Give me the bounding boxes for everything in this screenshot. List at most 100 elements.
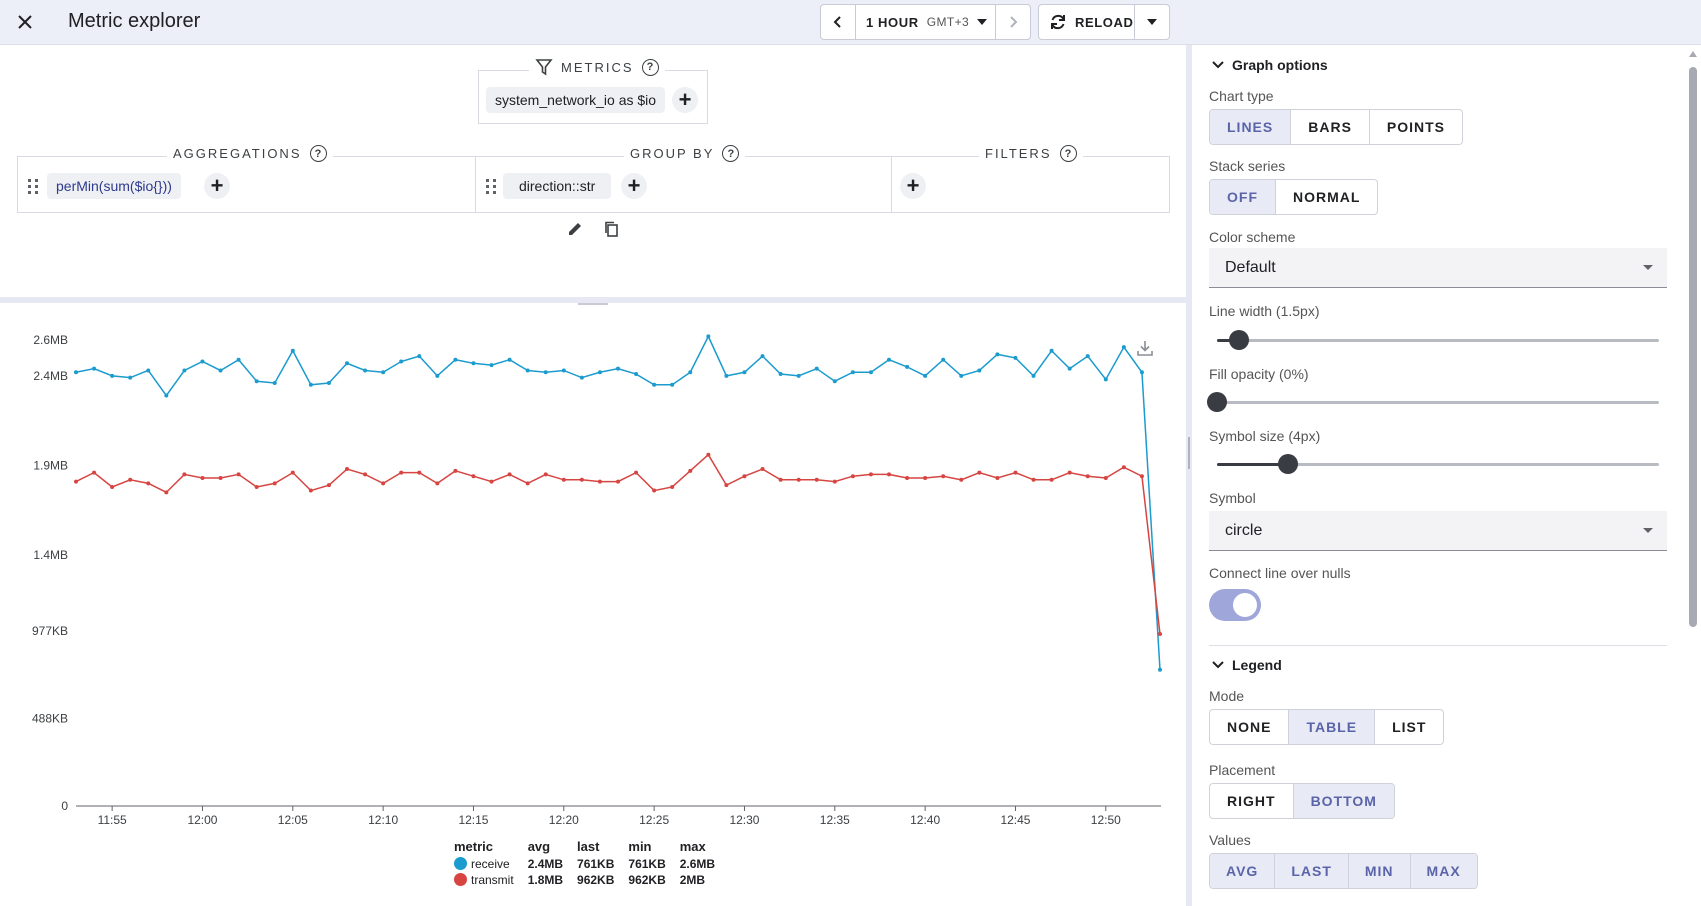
data-point-receive — [850, 370, 855, 375]
mode-table[interactable]: TABLE — [1289, 710, 1376, 744]
x-tick-label: 12:10 — [368, 813, 398, 827]
add-filter-button[interactable]: + — [900, 173, 926, 199]
plus-icon: + — [627, 173, 641, 198]
color-scheme-label: Color scheme — [1209, 229, 1296, 245]
values-last[interactable]: LAST — [1275, 854, 1349, 888]
legend-avg: 2.4MB — [527, 857, 564, 871]
placement-right[interactable]: RIGHT — [1210, 784, 1294, 818]
legend-values-toggle: AVG LAST MIN MAX — [1209, 853, 1478, 889]
resize-handle[interactable] — [578, 303, 608, 305]
drag-handle-icon[interactable] — [486, 179, 498, 195]
legend-header-metric: metric — [454, 839, 494, 854]
data-point-transmit — [1103, 476, 1108, 481]
data-point-transmit — [652, 488, 657, 493]
data-point-receive — [688, 370, 693, 375]
graph-options-header[interactable]: Graph options — [1212, 57, 1328, 73]
values-max[interactable]: MAX — [1410, 854, 1477, 888]
group-by-help-icon[interactable]: ? — [722, 145, 740, 162]
filter-icon — [535, 59, 553, 76]
data-point-transmit — [236, 472, 241, 477]
add-aggregation-button[interactable]: + — [204, 173, 230, 199]
color-scheme-select[interactable]: Default — [1209, 248, 1667, 288]
data-point-receive — [1067, 366, 1072, 371]
data-point-transmit — [110, 484, 115, 489]
filters-heading: FILTERS ? — [979, 145, 1083, 162]
series-line-receive — [75, 334, 1161, 670]
next-period-button[interactable] — [995, 5, 1030, 39]
section-divider — [475, 157, 476, 212]
line-chart: 2.6MB 2.4MB 1.9MB 1.4MB 977KB 488KB 0 11:55 12:0… — [32, 333, 1162, 827]
filters-help-icon[interactable]: ? — [1059, 145, 1077, 162]
stack-normal[interactable]: NORMAL — [1276, 180, 1377, 214]
refresh-icon — [1051, 14, 1065, 30]
fill-opacity-slider[interactable] — [1207, 392, 1659, 412]
legend-row-transmit[interactable]: transmit 1.8MB 962KB 962KB 2MB — [450, 872, 725, 888]
download-button[interactable] — [1136, 339, 1156, 359]
data-point-transmit — [579, 477, 584, 482]
values-min[interactable]: MIN — [1348, 854, 1411, 888]
reload-button[interactable]: RELOAD — [1039, 5, 1134, 39]
page-title: Metric explorer — [68, 10, 201, 32]
previous-period-button[interactable] — [821, 5, 856, 39]
timezone-label: GMT+3 — [926, 15, 970, 29]
data-point-transmit — [778, 477, 783, 482]
caret-down-icon — [1643, 265, 1653, 270]
slider-thumb[interactable] — [1277, 454, 1298, 474]
data-point-transmit — [254, 484, 259, 489]
data-point-receive — [814, 366, 819, 371]
symbol-size-slider[interactable] — [1217, 454, 1659, 474]
placement-bottom[interactable]: BOTTOM — [1293, 784, 1394, 818]
data-point-transmit — [941, 474, 946, 479]
data-point-receive — [435, 373, 440, 378]
panel-scrollbar[interactable] — [1689, 67, 1697, 627]
data-point-receive — [778, 372, 783, 377]
line-width-label: Line width (1.5px) — [1209, 303, 1320, 319]
time-range-dropdown[interactable]: 1 HOUR GMT+3 — [856, 5, 995, 39]
line-width-slider[interactable] — [1217, 330, 1659, 350]
mode-none[interactable]: NONE — [1210, 710, 1290, 744]
data-point-receive — [1121, 345, 1126, 350]
chart-type-points[interactable]: POINTS — [1370, 110, 1462, 144]
copy-button[interactable] — [601, 219, 621, 239]
legend-row-receive[interactable]: receive 2.4MB 761KB 761KB 2.6MB — [450, 856, 725, 872]
aggregations-help-icon[interactable]: ? — [309, 145, 327, 162]
x-tick-label: 12:15 — [458, 813, 488, 827]
edit-button[interactable] — [565, 219, 585, 239]
reload-options-dropdown[interactable] — [1133, 5, 1170, 39]
connect-nulls-toggle[interactable] — [1209, 589, 1261, 621]
slider-thumb[interactable] — [1229, 330, 1250, 350]
values-avg[interactable]: AVG — [1210, 854, 1276, 888]
data-point-transmit — [1158, 631, 1162, 636]
plus-icon: + — [210, 173, 224, 198]
caret-down-icon — [977, 19, 988, 25]
chart-type-lines[interactable]: LINES — [1210, 110, 1292, 144]
chart-type-bars[interactable]: BARS — [1291, 110, 1370, 144]
add-group-by-button[interactable]: + — [621, 173, 647, 199]
data-point-receive — [652, 382, 657, 387]
aggregation-chip[interactable]: perMin (sum($io{})) — [47, 173, 181, 199]
data-point-transmit — [525, 481, 530, 486]
data-point-receive — [525, 368, 530, 373]
group-by-chip[interactable]: direction::str — [503, 173, 612, 199]
drag-handle-icon[interactable] — [28, 179, 40, 195]
data-point-transmit — [272, 481, 277, 486]
metric-chip[interactable]: system_network_io as $io — [486, 87, 666, 113]
legend-options-header[interactable]: Legend — [1212, 657, 1282, 673]
slider-thumb[interactable] — [1207, 392, 1227, 412]
mode-list[interactable]: LIST — [1375, 710, 1443, 744]
metrics-label: METRICS — [561, 59, 634, 75]
data-point-transmit — [977, 470, 982, 475]
scroll-up-arrow[interactable] — [1689, 51, 1697, 57]
data-point-transmit — [489, 479, 494, 484]
add-metric-button[interactable]: + — [672, 87, 698, 113]
close-button[interactable] — [12, 9, 38, 35]
data-point-receive — [363, 368, 368, 373]
data-point-receive — [471, 361, 476, 366]
y-tick-label: 488KB — [32, 712, 68, 726]
stack-off[interactable]: OFF — [1210, 180, 1276, 214]
symbol-select[interactable]: circle — [1209, 511, 1667, 551]
y-tick-label: 1.9MB — [33, 458, 68, 472]
x-tick-label: 12:35 — [820, 813, 850, 827]
metrics-help-icon[interactable]: ? — [641, 58, 659, 76]
data-point-transmit — [868, 472, 873, 477]
